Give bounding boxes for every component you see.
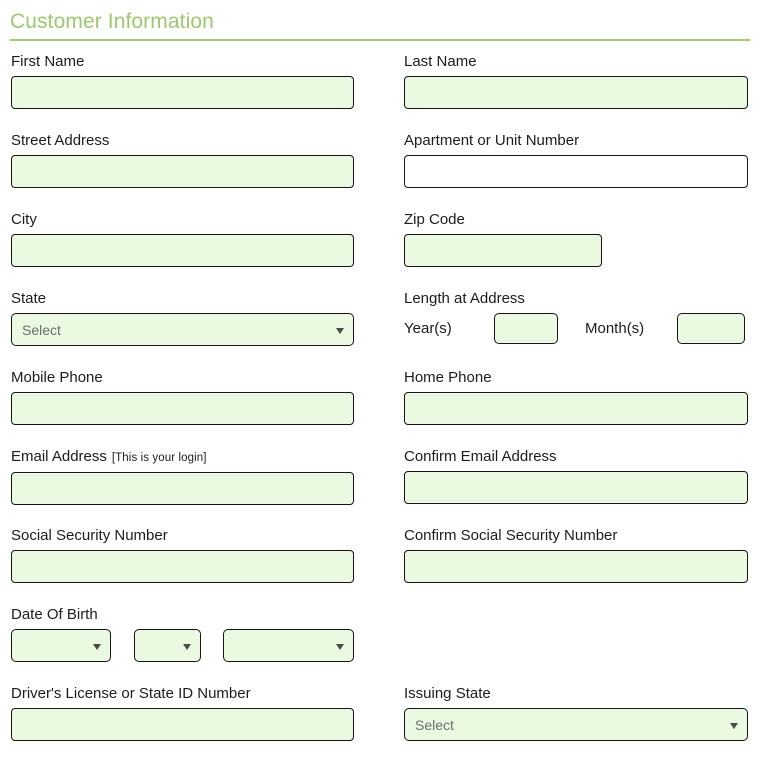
field-issuing-state: Issuing State Select xyxy=(404,685,748,741)
chevron-down-icon xyxy=(183,643,191,650)
mobile-phone-label: Mobile Phone xyxy=(11,369,103,386)
state-select[interactable]: Select xyxy=(11,313,354,346)
apartment-input[interactable] xyxy=(404,155,748,188)
first-name-input[interactable] xyxy=(11,76,354,109)
email-label-text: Email Address xyxy=(11,448,107,465)
field-city: City xyxy=(11,211,354,267)
street-address-label: Street Address xyxy=(11,132,110,149)
ssn-input[interactable] xyxy=(11,550,354,583)
section-header: Customer Information xyxy=(10,9,750,41)
drivers-license-label: Driver's License or State ID Number xyxy=(11,685,251,702)
issuing-state-label: Issuing State xyxy=(404,685,491,702)
email-label-note: [This is your login] xyxy=(111,452,207,464)
chevron-down-icon xyxy=(730,722,738,729)
confirm-ssn-label: Confirm Social Security Number xyxy=(404,527,618,544)
last-name-input[interactable] xyxy=(404,76,748,109)
confirm-ssn-input[interactable] xyxy=(404,550,748,583)
issuing-state-select[interactable]: Select xyxy=(404,708,748,741)
apartment-label: Apartment or Unit Number xyxy=(404,132,580,149)
dob-year-select[interactable] xyxy=(223,629,354,662)
dob-month-select[interactable] xyxy=(11,629,111,662)
last-name-label: Last Name xyxy=(404,53,477,70)
field-email: Email Address [This is your login] xyxy=(11,448,354,505)
chevron-down-icon xyxy=(336,327,344,334)
field-last-name: Last Name xyxy=(404,53,748,109)
date-of-birth-group xyxy=(11,629,354,662)
home-phone-input[interactable] xyxy=(404,392,748,425)
field-state: State Select xyxy=(11,290,354,346)
mobile-phone-input[interactable] xyxy=(11,392,354,425)
field-confirm-ssn: Confirm Social Security Number xyxy=(404,527,748,583)
length-at-address-label: Length at Address xyxy=(404,290,525,307)
first-name-label: First Name xyxy=(11,53,85,70)
city-input[interactable] xyxy=(11,234,354,267)
length-at-address-group: Year(s) Month(s) xyxy=(404,313,748,344)
city-label: City xyxy=(11,211,37,228)
dob-day-select[interactable] xyxy=(134,629,201,662)
drivers-license-input[interactable] xyxy=(11,708,354,741)
years-label: Year(s) xyxy=(404,319,452,337)
state-label: State xyxy=(11,290,47,307)
date-of-birth-label: Date Of Birth xyxy=(11,606,98,623)
page-title: Customer Information xyxy=(10,10,214,33)
field-length-at-address: Length at Address Year(s) Month(s) xyxy=(404,290,748,344)
years-input[interactable] xyxy=(494,313,558,344)
field-confirm-email: Confirm Email Address xyxy=(404,448,748,504)
zip-code-input[interactable] xyxy=(404,234,602,267)
months-input[interactable] xyxy=(677,313,745,344)
ssn-label: Social Security Number xyxy=(11,527,168,544)
field-zip-code: Zip Code xyxy=(404,211,602,267)
field-home-phone: Home Phone xyxy=(404,369,748,425)
zip-code-label: Zip Code xyxy=(404,211,465,228)
chevron-down-icon xyxy=(93,643,101,650)
field-ssn: Social Security Number xyxy=(11,527,354,583)
email-label: Email Address [This is your login] xyxy=(11,448,354,467)
field-mobile-phone: Mobile Phone xyxy=(11,369,354,425)
home-phone-label: Home Phone xyxy=(404,369,492,386)
issuing-state-select-value: Select xyxy=(415,716,454,733)
field-street-address: Street Address xyxy=(11,132,354,188)
months-label: Month(s) xyxy=(585,319,645,337)
chevron-down-icon xyxy=(336,643,344,650)
street-address-input[interactable] xyxy=(11,155,354,188)
customer-information-form: Customer Information First Name Last Nam… xyxy=(0,0,760,763)
state-select-value: Select xyxy=(22,321,61,338)
field-first-name: First Name xyxy=(11,53,354,109)
confirm-email-label: Confirm Email Address xyxy=(404,448,557,465)
field-apartment: Apartment or Unit Number xyxy=(404,132,748,188)
field-drivers-license: Driver's License or State ID Number xyxy=(11,685,354,741)
confirm-email-input[interactable] xyxy=(404,471,748,504)
field-date-of-birth: Date Of Birth xyxy=(11,606,354,662)
email-input[interactable] xyxy=(11,472,354,505)
